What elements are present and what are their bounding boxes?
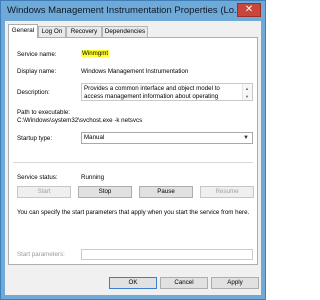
scroll-up-icon[interactable]: ▲ [245, 85, 249, 93]
description-text: Provides a common interface and object m… [84, 85, 220, 100]
apply-button[interactable]: Apply [211, 277, 259, 289]
pause-button[interactable]: Pause [139, 186, 193, 198]
startup-type-select[interactable]: Manual ▼ [81, 132, 253, 144]
description-scrollbar[interactable]: ▲ ▼ [242, 84, 252, 100]
close-icon: ✕ [244, 4, 254, 15]
cancel-button[interactable]: Cancel [160, 277, 208, 289]
divider [13, 162, 253, 163]
tab-log-on[interactable]: Log On [38, 26, 66, 37]
tab-dependencies[interactable]: Dependencies [102, 26, 148, 37]
properties-dialog: Windows Management Instrumentation Prope… [0, 0, 266, 300]
chevron-down-icon[interactable]: ▼ [243, 133, 249, 143]
general-tab-panel: Service name: Winmgmt Display name: Wind… [8, 37, 258, 265]
start-params-input[interactable] [81, 249, 253, 260]
startup-type-value: Manual [84, 134, 105, 141]
close-button[interactable]: ✕ [237, 3, 261, 17]
startup-type-label: Startup type: [17, 135, 53, 142]
description-box[interactable]: Provides a common interface and object m… [81, 83, 253, 101]
dialog-title: Windows Management Instrumentation Prope… [7, 5, 239, 16]
service-status-value: Running [81, 174, 105, 181]
ok-button[interactable]: OK [109, 277, 157, 289]
service-name-highlight: Winmgmt [81, 50, 110, 57]
scroll-down-icon[interactable]: ▼ [245, 93, 249, 100]
description-label: Description: [17, 89, 50, 96]
service-status-label: Service status: [17, 174, 58, 181]
display-name-label: Display name: [17, 68, 57, 75]
tab-recovery[interactable]: Recovery [66, 26, 102, 37]
display-name-value[interactable]: Windows Management Instrumentation [81, 68, 188, 75]
start-params-note: You can specify the start parameters tha… [17, 209, 250, 216]
title-bar[interactable]: Windows Management Instrumentation Prope… [1, 1, 265, 21]
service-name-label: Service name: [17, 51, 57, 58]
path-value: C:\Windows\system32\svchost.exe -k netsv… [17, 117, 143, 124]
service-name-value[interactable]: Winmgmt [81, 50, 110, 57]
start-button[interactable]: Start [17, 186, 71, 198]
path-label: Path to executable: [17, 109, 70, 116]
stop-button[interactable]: Stop [78, 186, 132, 198]
resume-button[interactable]: Resume [200, 186, 254, 198]
tab-general[interactable]: General [8, 24, 38, 38]
start-params-label: Start parameters: [17, 251, 65, 258]
dialog-body: General Log On Recovery Dependencies Ser… [5, 21, 261, 295]
